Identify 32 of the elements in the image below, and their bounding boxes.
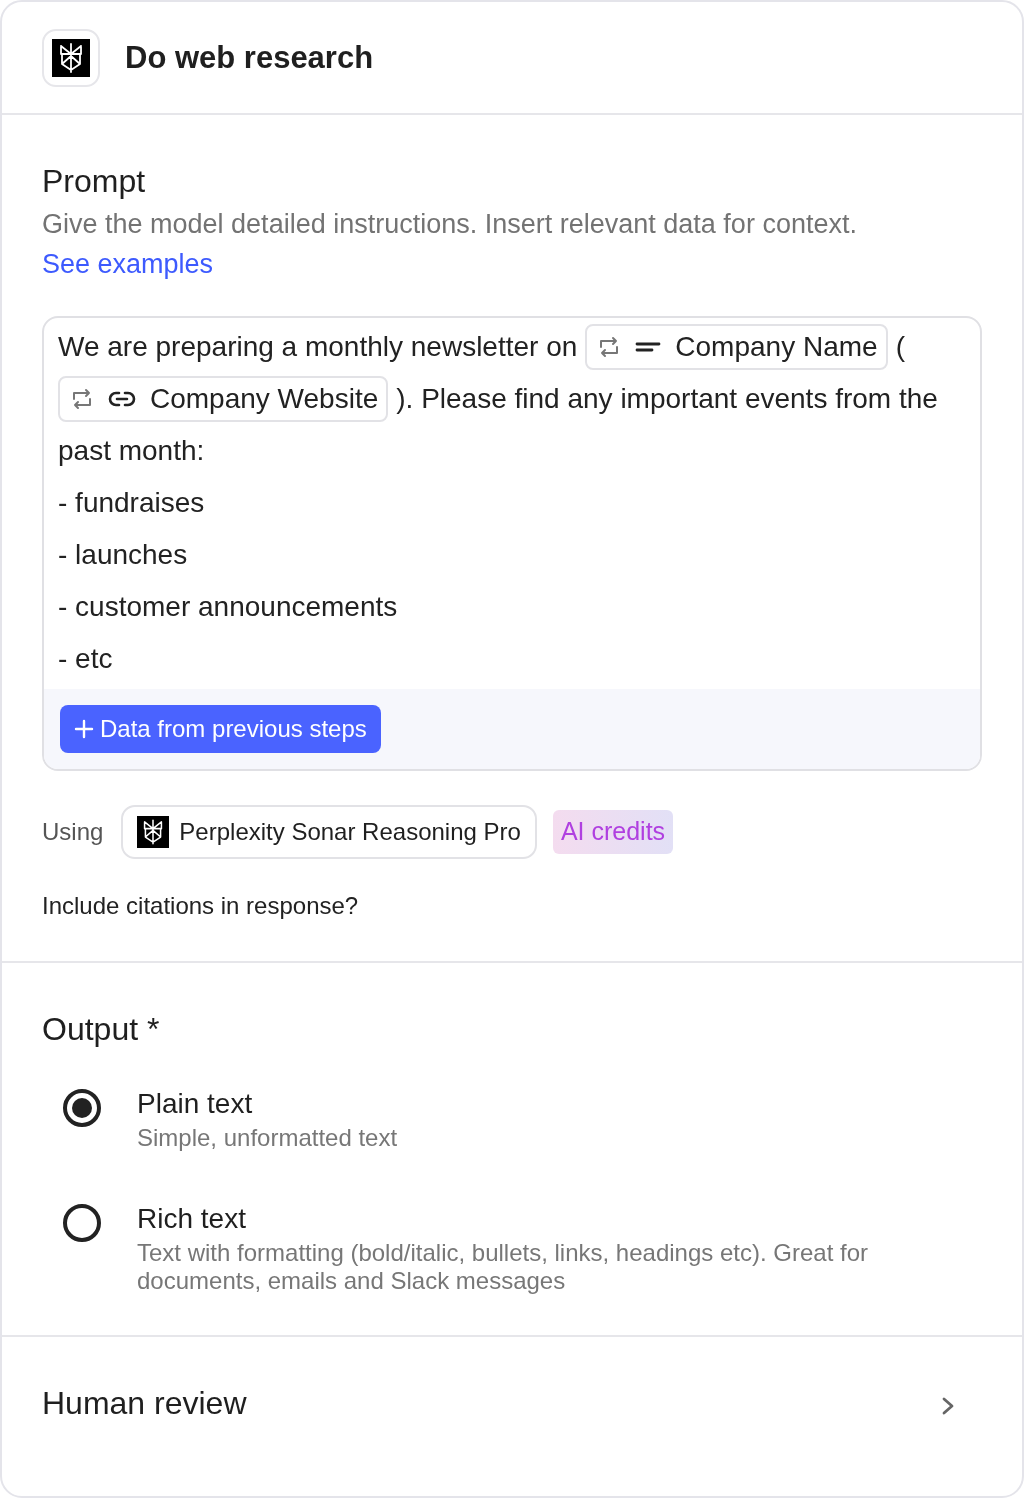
option-label: Plain text [137, 1087, 254, 1121]
prompt-text: We are preparing a monthly newsletter on [58, 330, 578, 364]
section-title: Prompt [42, 163, 147, 199]
logo-icon [42, 28, 100, 87]
step-title: Do web research [125, 38, 374, 77]
prompt-text: - customer announcements [58, 590, 398, 624]
model-selector[interactable]: Perplexity Sonar Reasoning Pro [121, 805, 537, 859]
prompt-text: - etc [58, 642, 113, 676]
variable-chip[interactable]: Company Website [58, 376, 389, 422]
logo-icon [137, 816, 170, 848]
using-label: Using [42, 817, 104, 847]
section-title[interactable]: Human review [42, 1385, 247, 1421]
plus-icon [74, 719, 94, 739]
variable-chip[interactable]: Company Name [585, 324, 888, 370]
radio-button[interactable] [63, 1204, 101, 1242]
repeat-icon [70, 387, 94, 411]
citations-label: Include citations in response? [42, 891, 360, 921]
section-description: Give the model detailed instructions. Insert relevant data for context. [42, 208, 858, 241]
option-description: Text with formatting (bold/italic, bullets, links, headings etc). Great for documents, emails and Slack messages [137, 1239, 869, 1295]
prompt-text: ( [895, 330, 905, 364]
section-title: Output * [42, 1011, 161, 1047]
prompt-editor[interactable] [42, 316, 982, 771]
radio-button[interactable] [63, 1089, 101, 1127]
prompt-text: past month: [58, 434, 205, 468]
option-label: Rich text [137, 1202, 247, 1236]
prompt-text: ). Please find any important events from the [396, 382, 938, 416]
prompt-text: - fundraises [58, 486, 205, 520]
add-data-button[interactable]: Data from previous steps [60, 705, 381, 753]
option-description: Simple, unformatted text [137, 1124, 399, 1152]
see-examples-link[interactable]: See examples [42, 244, 214, 284]
credits-badge: AI credits [552, 810, 674, 854]
prompt-text: - launches [58, 538, 188, 572]
